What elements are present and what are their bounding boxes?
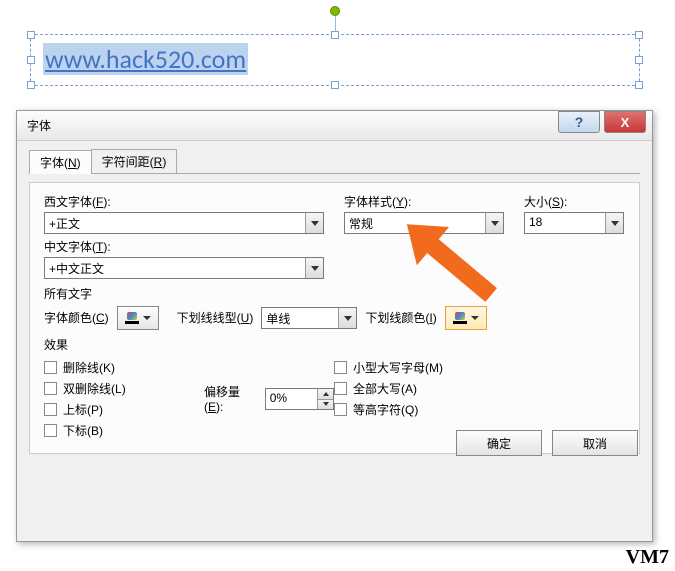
paint-bucket-icon: [453, 312, 467, 324]
resize-handle-icon[interactable]: [331, 81, 339, 89]
textbox-selection[interactable]: www.hack520.com: [30, 8, 640, 86]
checkbox-icon: [44, 403, 57, 416]
latin-font-combo[interactable]: +正文: [44, 212, 324, 234]
help-button[interactable]: ?: [558, 111, 600, 133]
chevron-down-icon[interactable]: [305, 258, 323, 278]
checkbox-icon: [334, 382, 347, 395]
rotate-handle-icon[interactable]: [330, 6, 340, 16]
checkbox-icon: [334, 403, 347, 416]
checkbox-icon: [44, 424, 57, 437]
allcaps-checkbox[interactable]: 全部大写(A): [334, 380, 534, 397]
tab-char-spacing[interactable]: 字符间距(R): [91, 149, 178, 173]
offset-value[interactable]: 0%: [266, 389, 317, 409]
underline-style-value[interactable]: 单线: [262, 308, 338, 328]
latin-font-value[interactable]: +正文: [45, 213, 305, 233]
watermark: VM7: [626, 546, 669, 569]
dialog-titlebar[interactable]: 字体 ? X: [17, 111, 652, 141]
font-dialog: 字体 ? X 字体(N) 字符间距(R) 西文字体(F): +正文 字体样式(Y…: [16, 110, 653, 542]
equalheight-checkbox[interactable]: 等高字符(Q): [334, 401, 534, 418]
close-button[interactable]: X: [604, 111, 646, 133]
resize-handle-icon[interactable]: [635, 81, 643, 89]
hyperlink-text[interactable]: www.hack520.com: [43, 43, 248, 75]
chevron-down-icon[interactable]: [338, 308, 356, 328]
resize-handle-icon[interactable]: [27, 56, 35, 64]
font-size-combo[interactable]: 18: [524, 212, 624, 234]
tab-font[interactable]: 字体(N): [29, 150, 92, 174]
underline-style-combo[interactable]: 单线: [261, 307, 357, 329]
superscript-checkbox[interactable]: 上标(P): [44, 401, 204, 418]
font-size-value[interactable]: 18: [525, 213, 605, 233]
spin-down-icon[interactable]: [318, 400, 333, 410]
tab-strip: 字体(N) 字符间距(R): [29, 149, 640, 174]
all-text-label: 所有文字: [44, 285, 625, 302]
resize-handle-icon[interactable]: [27, 81, 35, 89]
asian-font-label: 中文字体(T):: [44, 238, 324, 255]
smallcaps-checkbox[interactable]: 小型大写字母(M): [334, 359, 534, 376]
cancel-button[interactable]: 取消: [552, 430, 638, 456]
font-color-label: 字体颜色(C): [44, 309, 109, 326]
paint-bucket-icon: [125, 312, 139, 324]
chevron-down-icon[interactable]: [485, 213, 503, 233]
resize-handle-icon[interactable]: [635, 31, 643, 39]
double-strikethrough-checkbox[interactable]: 双删除线(L): [44, 380, 204, 397]
ok-button[interactable]: 确定: [456, 430, 542, 456]
chevron-down-icon[interactable]: [305, 213, 323, 233]
underline-style-label: 下划线线型(U): [177, 309, 254, 326]
underline-color-button[interactable]: [445, 306, 487, 330]
strikethrough-checkbox[interactable]: 删除线(K): [44, 359, 204, 376]
dialog-title: 字体: [27, 117, 558, 134]
spin-up-icon[interactable]: [318, 389, 333, 400]
chevron-down-icon[interactable]: [605, 213, 623, 233]
offset-label: 偏移量(E):: [204, 383, 259, 414]
resize-handle-icon[interactable]: [635, 56, 643, 64]
subscript-checkbox[interactable]: 下标(B): [44, 422, 204, 439]
effects-label: 效果: [44, 336, 625, 353]
checkbox-icon: [44, 361, 57, 374]
chevron-down-icon: [471, 316, 479, 320]
font-panel: 西文字体(F): +正文 字体样式(Y): 常规 大小(S):: [29, 182, 640, 454]
underline-color-label: 下划线颜色(I): [365, 309, 436, 326]
chevron-down-icon: [143, 316, 151, 320]
checkbox-icon: [44, 382, 57, 395]
resize-handle-icon[interactable]: [331, 31, 339, 39]
latin-font-label: 西文字体(F):: [44, 193, 324, 210]
selection-border: www.hack520.com: [30, 34, 640, 86]
font-size-label: 大小(S):: [524, 193, 624, 210]
resize-handle-icon[interactable]: [27, 31, 35, 39]
asian-font-combo[interactable]: +中文正文: [44, 257, 324, 279]
asian-font-value[interactable]: +中文正文: [45, 258, 305, 278]
offset-spinner[interactable]: 0%: [265, 388, 334, 410]
font-color-button[interactable]: [117, 306, 159, 330]
checkbox-icon: [334, 361, 347, 374]
